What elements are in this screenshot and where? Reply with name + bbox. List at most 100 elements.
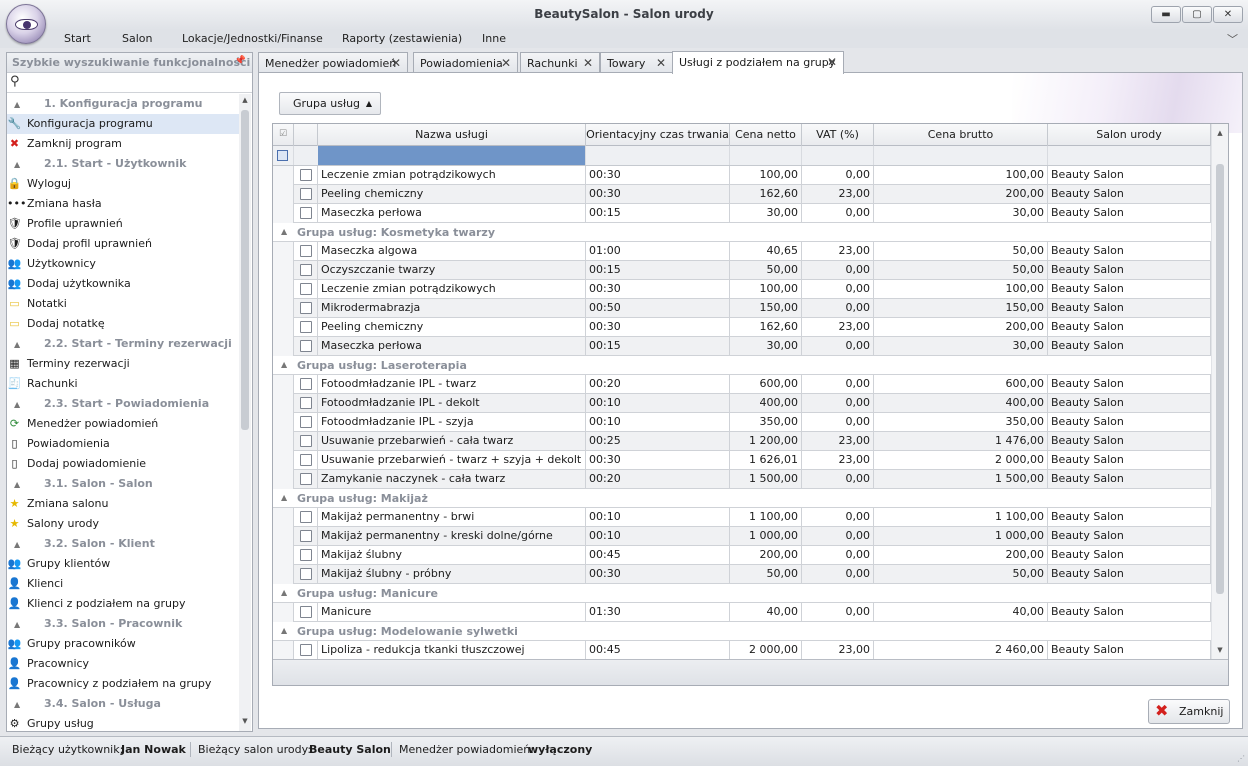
table-cell[interactable]: Beauty Salon <box>1048 565 1211 584</box>
sidebar-item[interactable]: 👤 Pracownicy z podziałem na grupy <box>7 674 239 694</box>
table-cell[interactable]: Usuwanie przebarwień - twarz + szyja + d… <box>318 451 586 470</box>
table-cell[interactable]: 400,00 <box>730 394 802 413</box>
collapse-icon[interactable]: ▲ <box>281 626 287 635</box>
sidebar-scrollbar[interactable]: ▲ ▼ <box>239 94 251 731</box>
table-cell[interactable]: 1 500,00 <box>730 470 802 489</box>
table-cell[interactable]: 1 500,00 <box>874 470 1048 489</box>
filter-net-input[interactable] <box>730 146 802 165</box>
sidebar-item[interactable]: ⚙ Grupy usług <box>7 714 239 731</box>
collapse-icon[interactable]: ▲ <box>14 475 44 495</box>
table-row[interactable]: Fotoodmładzanie IPL - szyja 00:10 350,00 0,… <box>273 413 1211 432</box>
sidebar-item[interactable]: ★ Salony urody <box>7 514 239 534</box>
table-cell[interactable]: 0,00 <box>802 280 874 299</box>
table-cell[interactable]: Fotoodmładzanie IPL - twarz <box>318 375 586 394</box>
sidebar-item[interactable]: ✖ Zamknij program <box>7 134 239 154</box>
table-cell[interactable]: 1 476,00 <box>874 432 1048 451</box>
table-cell[interactable]: 23,00 <box>802 451 874 470</box>
table-cell[interactable]: 00:45 <box>586 641 730 659</box>
scroll-thumb[interactable] <box>241 110 249 430</box>
table-cell[interactable]: 40,65 <box>730 242 802 261</box>
table-row[interactable]: Leczenie zmian potrądzikowych 00:30 100,00… <box>273 280 1211 299</box>
tab-notifications[interactable]: Powiadomienia ✕ <box>413 52 518 73</box>
scroll-down-icon[interactable]: ▼ <box>1212 643 1228 657</box>
table-cell[interactable]: Leczenie zmian potrądzikowych <box>318 280 586 299</box>
resize-grip-icon[interactable]: ⋰ <box>1237 754 1245 763</box>
table-cell[interactable]: 1 100,00 <box>874 508 1048 527</box>
group-row[interactable]: ▲ Grupa usług: Makijaż <box>273 489 1211 508</box>
table-cell[interactable]: 30,00 <box>874 337 1048 356</box>
table-cell[interactable]: Makijaż ślubny <box>318 546 586 565</box>
table-cell[interactable]: 2 000,00 <box>874 451 1048 470</box>
table-row[interactable]: Makijaż ślubny - próbny 00:30 50,00 0,00 50,… <box>273 565 1211 584</box>
collapse-icon[interactable]: ▲ <box>281 588 287 597</box>
table-cell[interactable]: 00:30 <box>586 565 730 584</box>
minimize-button[interactable]: ▬ <box>1151 6 1181 23</box>
close-icon[interactable]: ✕ <box>827 55 837 69</box>
collapse-icon[interactable]: ▲ <box>281 227 287 236</box>
row-checkbox[interactable] <box>300 188 312 200</box>
table-cell[interactable]: Maseczka perłowa <box>318 204 586 223</box>
table-row[interactable]: Zamykanie naczynek - cała twarz 00:20 1 50… <box>273 470 1211 489</box>
tab-services-by-group[interactable]: Usługi z podziałem na grupy ✕ <box>672 51 844 74</box>
table-cell[interactable]: 2 460,00 <box>874 641 1048 659</box>
table-cell[interactable]: 50,00 <box>730 565 802 584</box>
row-checkbox[interactable] <box>300 169 312 181</box>
table-cell[interactable]: Fotoodmładzanie IPL - dekolt <box>318 394 586 413</box>
table-cell[interactable]: 23,00 <box>802 432 874 451</box>
filter-gross-input[interactable] <box>874 146 1048 165</box>
scroll-down-icon[interactable]: ▼ <box>239 717 251 729</box>
table-cell[interactable]: Leczenie zmian potrądzikowych <box>318 166 586 185</box>
sidebar-item[interactable]: 👤 Pracownicy <box>7 654 239 674</box>
pin-icon[interactable]: 📌 <box>235 56 246 66</box>
table-cell[interactable]: Makijaż ślubny - próbny <box>318 565 586 584</box>
menu-other[interactable]: Inne <box>482 32 506 45</box>
sidebar-item[interactable]: ••• Zmiana hasła <box>7 194 239 214</box>
chevron-down-icon[interactable]: ﹀ <box>1227 31 1238 47</box>
sidebar-group-header[interactable]: ▲ 2.1. Start - Użytkownik <box>7 154 239 174</box>
table-cell[interactable]: Maseczka algowa <box>318 242 586 261</box>
table-cell[interactable]: 0,00 <box>802 565 874 584</box>
collapse-icon[interactable]: ▲ <box>14 695 44 715</box>
filter-name-input[interactable] <box>318 146 586 165</box>
sidebar-item[interactable]: 🧾 Rachunki <box>7 374 239 394</box>
table-cell[interactable]: 01:00 <box>586 242 730 261</box>
sidebar-item[interactable]: 🔧 Konfiguracja programu <box>7 114 239 134</box>
row-checkbox[interactable] <box>300 606 312 618</box>
col-header-gross-price[interactable]: Cena brutto <box>874 124 1048 146</box>
table-cell[interactable]: Beauty Salon <box>1048 470 1211 489</box>
table-cell[interactable]: 0,00 <box>802 299 874 318</box>
group-row[interactable]: ▲ Grupa usług: Kosmetyka twarzy <box>273 223 1211 242</box>
table-cell[interactable]: 50,00 <box>874 261 1048 280</box>
sidebar-item[interactable]: ★ Zmiana salonu <box>7 494 239 514</box>
row-checkbox[interactable] <box>300 644 312 656</box>
col-header-vat[interactable]: VAT (%) <box>802 124 874 146</box>
maximize-button[interactable]: ▢ <box>1182 6 1212 23</box>
row-checkbox[interactable] <box>300 568 312 580</box>
table-cell[interactable]: 200,00 <box>874 318 1048 337</box>
table-row[interactable]: Makijaż permanentny - brwi 00:10 1 100,00 0… <box>273 508 1211 527</box>
close-window-button[interactable]: ✕ <box>1213 6 1243 23</box>
row-checkbox[interactable] <box>300 321 312 333</box>
table-cell[interactable]: 30,00 <box>730 204 802 223</box>
table-cell[interactable]: 00:50 <box>586 299 730 318</box>
col-header-name[interactable]: Nazwa usługi <box>318 124 586 146</box>
table-cell[interactable]: Makijaż permanentny - brwi <box>318 508 586 527</box>
filter-vat-input[interactable] <box>802 146 874 165</box>
table-cell[interactable]: Usuwanie przebarwień - cała twarz <box>318 432 586 451</box>
row-checkbox[interactable] <box>300 435 312 447</box>
scroll-up-icon[interactable]: ▲ <box>239 96 251 108</box>
sidebar-item[interactable]: 👤 Klienci <box>7 574 239 594</box>
table-cell[interactable]: Peeling chemiczny <box>318 185 586 204</box>
sidebar-item[interactable]: 👥 Użytkownicy <box>7 254 239 274</box>
table-cell[interactable]: Beauty Salon <box>1048 242 1211 261</box>
col-header-salon[interactable]: Salon urody <box>1048 124 1211 146</box>
close-icon[interactable]: ✕ <box>391 56 401 70</box>
table-cell[interactable]: 23,00 <box>802 185 874 204</box>
table-cell[interactable]: 00:15 <box>586 204 730 223</box>
table-cell[interactable]: 1 100,00 <box>730 508 802 527</box>
table-cell[interactable]: Beauty Salon <box>1048 185 1211 204</box>
tab-goods[interactable]: Towary ✕ <box>600 52 673 73</box>
table-cell[interactable]: 1 626,01 <box>730 451 802 470</box>
table-cell[interactable]: 00:30 <box>586 451 730 470</box>
table-row[interactable]: Mikrodermabrazja 00:50 150,00 0,00 150,00 Bea… <box>273 299 1211 318</box>
